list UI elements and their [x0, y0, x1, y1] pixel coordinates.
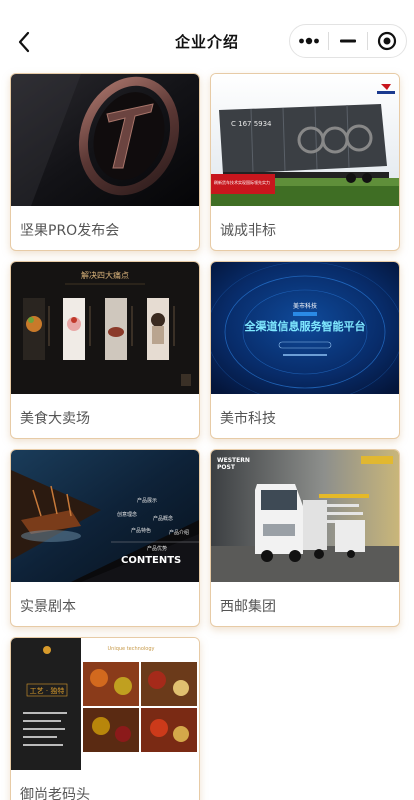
- contents-item: 产品展示: [137, 497, 157, 504]
- nav-bar: 企业介绍: [0, 0, 414, 84]
- tech-headline: 全渠道信息服务智能平台: [244, 319, 366, 333]
- freight-car-image: C 167 5934 刷新货车技术实现国际领先实力: [211, 74, 399, 206]
- contents-item: 产品优势: [147, 545, 167, 552]
- contents-item: 产品介绍: [169, 529, 189, 536]
- craft-tagline: Unique technology: [108, 646, 155, 652]
- more-dots-icon: [299, 37, 319, 45]
- truck-fleet-image: WESTERN POST: [211, 450, 399, 582]
- card-label: 御尚老码头: [20, 787, 90, 800]
- spice-craft-image: 工艺 · 独特 Unique technology: [11, 638, 199, 770]
- card-thumbnail: [11, 74, 199, 206]
- card-chengcheng[interactable]: C 167 5934 刷新货车技术实现国际领先实力 诚成非标: [210, 73, 400, 251]
- card-label: 美食大卖场: [20, 411, 90, 427]
- card-thumbnail: 美市科技 全渠道信息服务智能平台: [211, 262, 399, 394]
- scene-script-image: CONTENTS 产品展示 创意理念 产品概念 产品特色 产品介绍 产品优势: [11, 450, 199, 582]
- card-yushang-wharf[interactable]: 工艺 · 独特 Unique technology 御尚老码头: [10, 637, 200, 800]
- card-thumbnail: C 167 5934 刷新货车技术实现国际领先实力: [211, 74, 399, 206]
- brand-line-2: POST: [217, 464, 236, 471]
- train-caption: 刷新货车技术实现国际领先实力: [214, 179, 270, 185]
- card-thumbnail: 工艺 · 独特 Unique technology: [11, 638, 199, 770]
- contents-item: 产品概念: [153, 515, 173, 522]
- craft-headline: 工艺 · 独特: [30, 686, 65, 695]
- card-thumbnail: CONTENTS 产品展示 创意理念 产品概念 产品特色 产品介绍 产品优势: [11, 450, 199, 582]
- card-smartisan-launch[interactable]: 坚果PRO发布会: [10, 73, 200, 251]
- mini-program-capsule: [289, 24, 407, 58]
- card-food-market[interactable]: 解决四大痛点 美食大卖场: [10, 261, 200, 439]
- close-button[interactable]: [368, 25, 406, 57]
- train-number: C 167 5934: [231, 120, 272, 128]
- brand-line-1: WESTERN: [217, 457, 250, 464]
- launch-logo-image: [11, 74, 199, 206]
- food-market-image: 解决四大痛点: [11, 262, 199, 394]
- card-meishi-tech[interactable]: 美市科技 全渠道信息服务智能平台 美市科技: [210, 261, 400, 439]
- card-thumbnail: WESTERN POST: [211, 450, 399, 582]
- card-label: 坚果PRO发布会: [20, 223, 120, 239]
- card-label: 诚成非标: [220, 223, 276, 239]
- tech-platform-image: 美市科技 全渠道信息服务智能平台: [211, 262, 399, 394]
- contents-item: 产品特色: [131, 527, 151, 534]
- contents-item: 创意理念: [117, 511, 137, 518]
- card-label: 西邮集团: [220, 599, 276, 615]
- card-label: 实景剧本: [20, 599, 76, 615]
- minimize-icon: [340, 39, 356, 43]
- more-button[interactable]: [290, 25, 328, 57]
- target-icon: [377, 31, 397, 51]
- food-headline: 解决四大痛点: [81, 270, 129, 280]
- card-scene-script[interactable]: CONTENTS 产品展示 创意理念 产品概念 产品特色 产品介绍 产品优势 实…: [10, 449, 200, 627]
- card-thumbnail: 解决四大痛点: [11, 262, 199, 394]
- card-label: 美市科技: [220, 411, 276, 427]
- card-western-post[interactable]: WESTERN POST 西邮集团: [210, 449, 400, 627]
- minimize-button[interactable]: [329, 25, 367, 57]
- tech-brand: 美市科技: [293, 302, 317, 310]
- contents-label: CONTENTS: [121, 555, 181, 566]
